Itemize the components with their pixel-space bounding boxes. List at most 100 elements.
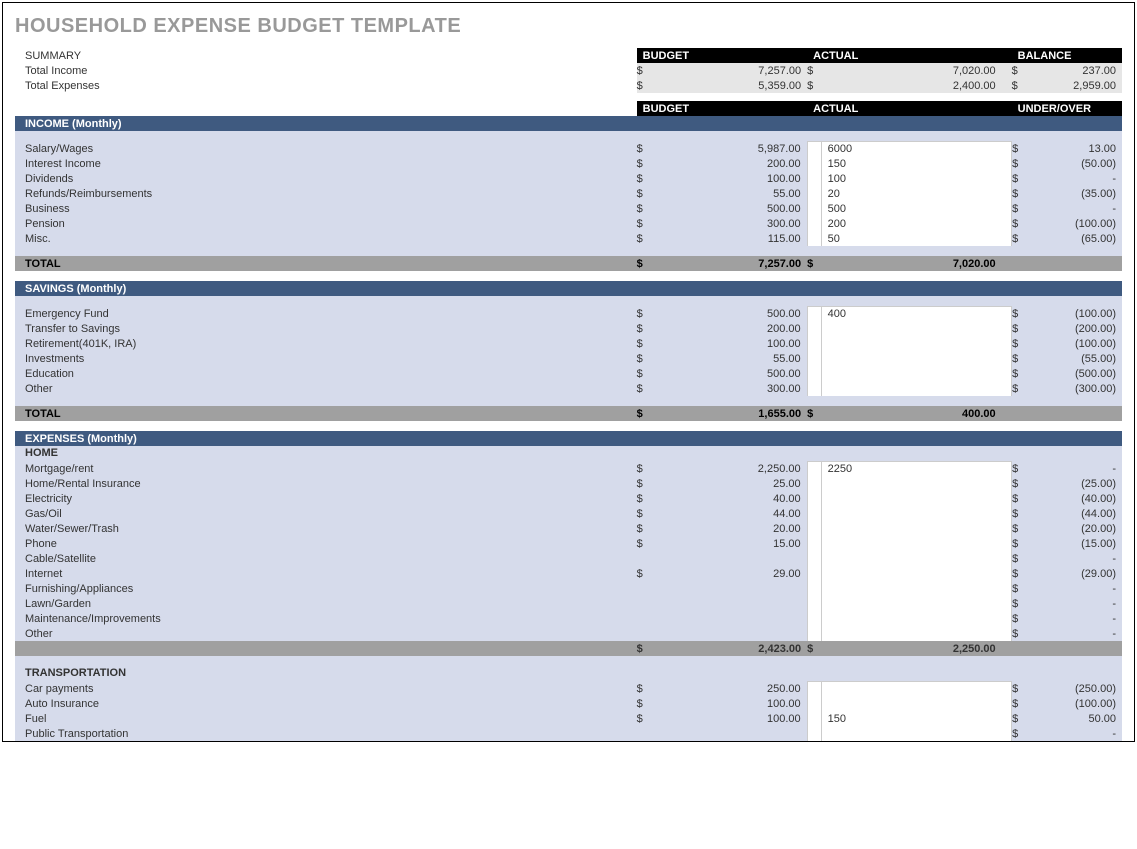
budget-value[interactable]: 500.00 [651, 306, 807, 321]
actual-input-sym[interactable] [807, 366, 821, 381]
budget-value[interactable]: 29.00 [651, 566, 807, 581]
actual-input[interactable] [821, 381, 1012, 396]
actual-input[interactable] [821, 566, 1012, 581]
actual-input[interactable] [821, 626, 1012, 641]
actual-input[interactable]: 2250 [821, 461, 1012, 476]
budget-value[interactable] [651, 626, 807, 641]
budget-value[interactable] [651, 551, 807, 566]
budget-value[interactable]: 300.00 [651, 216, 807, 231]
budget-value[interactable]: 500.00 [651, 366, 807, 381]
actual-input-sym[interactable] [807, 186, 821, 201]
actual-input[interactable] [821, 521, 1012, 536]
actual-input[interactable] [821, 611, 1012, 626]
budget-value[interactable]: 100.00 [651, 336, 807, 351]
summary-balance: 2,959.00 [1026, 78, 1122, 93]
actual-input[interactable] [821, 321, 1012, 336]
actual-input-sym[interactable] [807, 231, 821, 246]
actual-input[interactable] [821, 551, 1012, 566]
actual-input-sym[interactable] [807, 726, 821, 741]
income-total-row: TOTAL $ 7,257.00 $ 7,020.00 [15, 256, 1122, 271]
actual-input[interactable] [821, 336, 1012, 351]
home-subtotal-row: $ 2,423.00 $ 2,250.00 [15, 641, 1122, 656]
actual-input[interactable]: 6000 [821, 141, 1012, 156]
budget-value[interactable]: 2,250.00 [651, 461, 807, 476]
actual-input-sym[interactable] [807, 351, 821, 366]
actual-input[interactable]: 20 [821, 186, 1012, 201]
actual-input-sym[interactable] [807, 306, 821, 321]
budget-value[interactable] [651, 611, 807, 626]
home-subtitle: HOME [15, 446, 1122, 461]
actual-input[interactable] [821, 696, 1012, 711]
actual-input-sym[interactable] [807, 336, 821, 351]
actual-input[interactable]: 500 [821, 201, 1012, 216]
actual-input-sym[interactable] [807, 681, 821, 696]
actual-input-sym[interactable] [807, 626, 821, 641]
actual-input[interactable]: 150 [821, 711, 1012, 726]
currency-symbol: $ [637, 336, 651, 351]
line-item-label: Emergency Fund [15, 306, 637, 321]
actual-input-sym[interactable] [807, 566, 821, 581]
actual-input-sym[interactable] [807, 156, 821, 171]
actual-input-sym[interactable] [807, 696, 821, 711]
budget-value[interactable]: 55.00 [651, 186, 807, 201]
income-section: INCOME (Monthly) Salary/Wages$5,987.0060… [15, 116, 1122, 271]
actual-input[interactable] [821, 506, 1012, 521]
actual-input-sym[interactable] [807, 141, 821, 156]
actual-input-sym[interactable] [807, 476, 821, 491]
budget-value[interactable]: 44.00 [651, 506, 807, 521]
actual-input-sym[interactable] [807, 536, 821, 551]
actual-input-sym[interactable] [807, 461, 821, 476]
budget-value[interactable]: 250.00 [651, 681, 807, 696]
budget-value[interactable]: 15.00 [651, 536, 807, 551]
actual-input-sym[interactable] [807, 521, 821, 536]
budget-value[interactable]: 100.00 [651, 696, 807, 711]
actual-input-sym[interactable] [807, 506, 821, 521]
under-over-value: 44.00 [1026, 506, 1122, 521]
actual-input[interactable]: 200 [821, 216, 1012, 231]
actual-input[interactable] [821, 681, 1012, 696]
budget-value[interactable]: 40.00 [651, 491, 807, 506]
actual-input[interactable] [821, 366, 1012, 381]
currency-symbol: $ [637, 696, 651, 711]
actual-input[interactable] [821, 476, 1012, 491]
actual-input[interactable]: 400 [821, 306, 1012, 321]
actual-input-sym[interactable] [807, 711, 821, 726]
budget-value[interactable]: 100.00 [651, 711, 807, 726]
currency-symbol [637, 726, 651, 741]
actual-input[interactable] [821, 726, 1012, 741]
actual-input-sym[interactable] [807, 216, 821, 231]
budget-value[interactable]: 200.00 [651, 156, 807, 171]
budget-value[interactable]: 100.00 [651, 171, 807, 186]
actual-input-sym[interactable] [807, 581, 821, 596]
actual-input[interactable] [821, 491, 1012, 506]
actual-input[interactable] [821, 536, 1012, 551]
actual-input-sym[interactable] [807, 201, 821, 216]
actual-input[interactable]: 50 [821, 231, 1012, 246]
budget-value[interactable]: 115.00 [651, 231, 807, 246]
budget-value[interactable]: 300.00 [651, 381, 807, 396]
actual-input[interactable] [821, 596, 1012, 611]
budget-value[interactable] [651, 581, 807, 596]
budget-value[interactable] [651, 726, 807, 741]
budget-value[interactable]: 55.00 [651, 351, 807, 366]
line-item-row: Public Transportation$- [15, 726, 1122, 741]
summary-label: SUMMARY [15, 48, 637, 63]
actual-input[interactable]: 100 [821, 171, 1012, 186]
actual-input-sym[interactable] [807, 611, 821, 626]
budget-value[interactable]: 25.00 [651, 476, 807, 491]
budget-value[interactable] [651, 596, 807, 611]
actual-input-sym[interactable] [807, 551, 821, 566]
actual-input[interactable] [821, 351, 1012, 366]
budget-value[interactable]: 5,987.00 [651, 141, 807, 156]
actual-input-sym[interactable] [807, 596, 821, 611]
budget-value[interactable]: 20.00 [651, 521, 807, 536]
currency-symbol: $ [1012, 461, 1026, 476]
actual-input[interactable]: 150 [821, 156, 1012, 171]
actual-input-sym[interactable] [807, 171, 821, 186]
budget-value[interactable]: 200.00 [651, 321, 807, 336]
actual-input-sym[interactable] [807, 321, 821, 336]
actual-input-sym[interactable] [807, 491, 821, 506]
budget-value[interactable]: 500.00 [651, 201, 807, 216]
actual-input[interactable] [821, 581, 1012, 596]
actual-input-sym[interactable] [807, 381, 821, 396]
